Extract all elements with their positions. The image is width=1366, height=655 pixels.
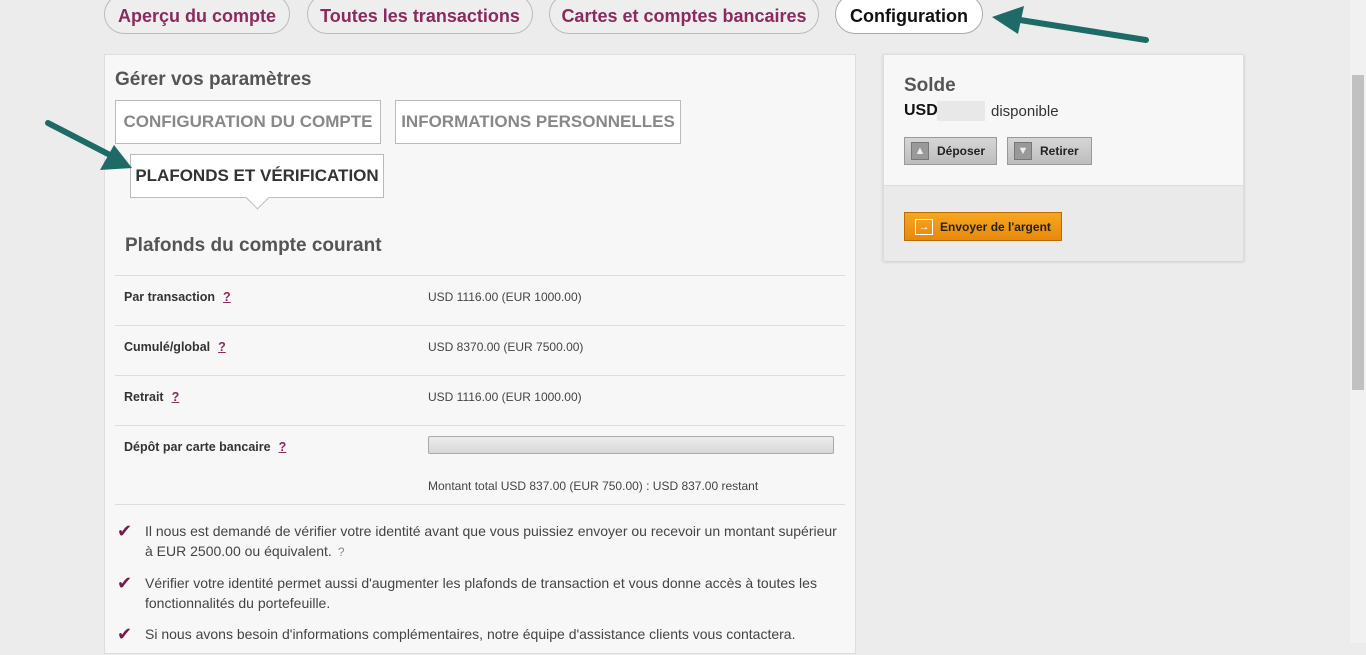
help-icon[interactable]: ? <box>279 440 287 454</box>
tab-all-transactions[interactable]: Toutes les transactions <box>307 0 533 34</box>
limit-label: Cumulé/global? <box>124 340 226 354</box>
tab-configuration[interactable]: Configuration <box>835 0 983 34</box>
help-icon[interactable]: ? <box>218 340 226 354</box>
tab-cards-bank-accounts[interactable]: Cartes et comptes bancaires <box>549 0 819 34</box>
subtab-personal-information[interactable]: INFORMATIONS PERSONNELLES <box>395 100 681 144</box>
note-text: Si nous avons besoin d'informations comp… <box>145 626 796 642</box>
note-text: Vérifier votre identité permet aussi d'a… <box>145 575 817 611</box>
checkmark-icon: ✔ <box>117 573 133 593</box>
subtab-limits-verification-label: PLAFONDS ET VÉRIFICATION <box>135 166 379 185</box>
deposit-button-label: Déposer <box>937 144 986 158</box>
tab-account-overview[interactable]: Aperçu du compte <box>104 0 290 34</box>
balance-amount-hidden <box>937 101 985 121</box>
limit-value: USD 1116.00 (EUR 1000.00) <box>428 390 582 404</box>
arrow-up-icon: ▲ <box>911 142 929 160</box>
balance-currency: USD <box>904 102 938 119</box>
send-money-button[interactable]: → Envoyer de l'argent <box>904 212 1062 241</box>
active-tab-caret <box>245 185 270 210</box>
help-icon[interactable]: ? <box>223 290 231 304</box>
checkmark-icon: ✔ <box>117 521 133 541</box>
page-title: Gérer vos paramètres <box>115 69 312 90</box>
list-item: ✔ Si nous avons besoin d'informations co… <box>117 624 837 644</box>
list-item: ✔ Il nous est demandé de vérifier votre … <box>117 521 837 562</box>
limit-label: Retrait? <box>124 390 180 404</box>
deposit-remaining-note: Montant total USD 837.00 (EUR 750.00) : … <box>428 479 759 493</box>
limit-label: Par transaction? <box>124 290 231 304</box>
note-text: Il nous est demandé de vérifier votre id… <box>145 523 837 559</box>
balance-panel: Solde USD disponible ▲ Déposer ▼ Retirer… <box>883 54 1244 261</box>
help-icon[interactable]: ? <box>172 390 180 404</box>
withdraw-button-label: Retirer <box>1040 144 1079 158</box>
send-money-label: Envoyer de l'argent <box>940 219 1051 234</box>
send-arrow-icon: → <box>915 218 933 235</box>
balance-available-label: disponible <box>991 103 1059 120</box>
table-row: Par transaction? USD 1116.00 (EUR 1000.0… <box>115 275 845 325</box>
scrollbar-thumb[interactable] <box>1352 75 1364 390</box>
table-row: Retrait? USD 1116.00 (EUR 1000.00) <box>115 375 845 425</box>
arrow-down-icon: ▼ <box>1014 142 1032 160</box>
deposit-button[interactable]: ▲ Déposer <box>904 137 997 165</box>
deposit-progress-bar <box>428 436 834 454</box>
withdraw-button[interactable]: ▼ Retirer <box>1007 137 1092 165</box>
checkmark-icon: ✔ <box>117 624 133 644</box>
balance-title: Solde <box>904 75 956 96</box>
table-row: Dépôt par carte bancaire? Montant total … <box>115 425 845 505</box>
limit-value: USD 8370.00 (EUR 7500.00) <box>428 340 584 354</box>
help-icon[interactable]: ? <box>338 545 345 559</box>
table-row: Cumulé/global? USD 8370.00 (EUR 7500.00) <box>115 325 845 375</box>
limit-value: USD 1116.00 (EUR 1000.00) <box>428 290 582 304</box>
section-title: Plafonds du compte courant <box>125 235 382 256</box>
limit-label: Dépôt par carte bancaire? <box>124 440 287 454</box>
subtab-limits-verification[interactable]: PLAFONDS ET VÉRIFICATION <box>130 154 384 210</box>
list-item: ✔ Vérifier votre identité permet aussi d… <box>117 573 837 613</box>
settings-panel: Gérer vos paramètres CONFIGURATION DU CO… <box>104 54 856 654</box>
arrow-icon <box>992 6 1149 43</box>
limits-table: Par transaction? USD 1116.00 (EUR 1000.0… <box>115 275 845 505</box>
verification-notes: ✔ Il nous est demandé de vérifier votre … <box>117 521 837 655</box>
subtab-account-configuration[interactable]: CONFIGURATION DU COMPTE <box>115 100 381 144</box>
page-scrollbar[interactable] <box>1350 0 1366 643</box>
